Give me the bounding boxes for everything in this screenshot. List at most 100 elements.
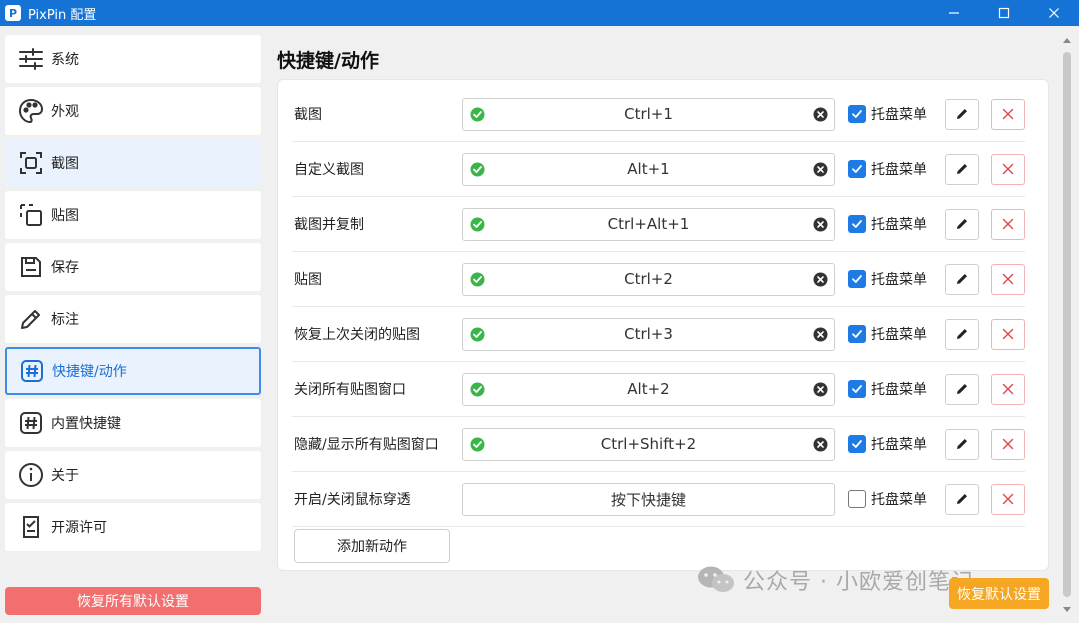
delete-action-button[interactable] xyxy=(991,208,1025,240)
restore-all-defaults-button[interactable]: 恢复所有默认设置 xyxy=(5,587,261,615)
check-circle-icon xyxy=(470,217,485,231)
action-label: 贴图 xyxy=(294,272,322,288)
hotkey-panel: 截图 Ctrl+1 托盘菜单 自定义截图 Alt+1 托盘菜单 截图并复制 Ctrl+Alt+… xyxy=(277,79,1049,571)
hotkey-field[interactable]: Ctrl+Shift+2 xyxy=(462,427,835,461)
window-title: PixPin 配置 xyxy=(28,7,97,23)
edit-action-button[interactable] xyxy=(945,428,979,460)
hotkey-value: 按下快捷键 xyxy=(610,490,686,509)
pencil-icon xyxy=(957,164,967,174)
checkbox-checked-icon[interactable] xyxy=(848,380,866,398)
sidebar-item-label: 标注 xyxy=(51,312,79,328)
sidebar-item-builtin-hotkeys[interactable]: 内置快捷键 xyxy=(5,399,261,447)
close-icon xyxy=(1049,8,1059,18)
sidebar: 系统 外观 截图 贴图 保存 标注 快捷键/动作 内置快捷键 关于 开源许可 xyxy=(5,35,261,555)
tray-menu-checkbox[interactable]: 托盘菜单 xyxy=(848,379,927,399)
delete-action-button[interactable] xyxy=(991,153,1025,185)
sidebar-item-label: 快捷键/动作 xyxy=(52,364,127,380)
window-controls xyxy=(929,0,1079,26)
hotkey-field[interactable]: Ctrl+Alt+1 xyxy=(462,207,835,241)
page-title: 快捷键/动作 xyxy=(277,50,379,72)
sidebar-item-system[interactable]: 系统 xyxy=(5,35,261,83)
checkbox-checked-icon[interactable] xyxy=(848,215,866,233)
sidebar-item-label: 关于 xyxy=(51,468,79,484)
check-circle-icon xyxy=(470,382,485,396)
clear-hotkey-icon[interactable] xyxy=(813,107,828,122)
edit-action-button[interactable] xyxy=(945,483,979,515)
edit-action-button[interactable] xyxy=(945,373,979,405)
restore-defaults-button[interactable]: 恢复默认设置 xyxy=(949,578,1049,609)
maximize-button[interactable] xyxy=(979,0,1029,26)
tray-menu-checkbox[interactable]: 托盘菜单 xyxy=(848,214,927,234)
pencil-icon xyxy=(957,274,967,284)
hotkey-value: Ctrl+1 xyxy=(624,105,673,123)
tray-menu-checkbox[interactable]: 托盘菜单 xyxy=(848,159,927,179)
sidebar-item-license[interactable]: 开源许可 xyxy=(5,503,261,551)
action-label: 开启/关闭鼠标穿透 xyxy=(294,492,411,508)
checkbox-checked-icon[interactable] xyxy=(848,325,866,343)
tray-menu-checkbox[interactable]: 托盘菜单 xyxy=(848,489,927,509)
edit-action-button[interactable] xyxy=(945,263,979,295)
checkbox-checked-icon[interactable] xyxy=(848,160,866,178)
action-label: 截图 xyxy=(294,107,322,123)
hotkey-row: 贴图 Ctrl+2 托盘菜单 xyxy=(292,252,1025,307)
tray-menu-checkbox[interactable]: 托盘菜单 xyxy=(848,269,927,289)
hotkey-field[interactable]: Alt+2 xyxy=(462,372,835,406)
sidebar-item-appearance[interactable]: 外观 xyxy=(5,87,261,135)
checkbox-checked-icon[interactable] xyxy=(848,270,866,288)
delete-action-button[interactable] xyxy=(991,428,1025,460)
sidebar-item-save[interactable]: 保存 xyxy=(5,243,261,291)
hotkey-row: 截图并复制 Ctrl+Alt+1 托盘菜单 xyxy=(292,197,1025,252)
delete-action-button[interactable] xyxy=(991,318,1025,350)
clear-hotkey-icon[interactable] xyxy=(813,327,828,342)
checkbox-checked-icon[interactable] xyxy=(848,105,866,123)
scroll-down-icon[interactable] xyxy=(1061,604,1073,616)
hotkey-value: Ctrl+2 xyxy=(624,270,673,288)
sidebar-item-hotkeys[interactable]: 快捷键/动作 xyxy=(5,347,261,395)
license-icon xyxy=(17,513,45,541)
checkbox-checked-icon[interactable] xyxy=(848,435,866,453)
edit-action-button[interactable] xyxy=(945,208,979,240)
scroll-thumb[interactable] xyxy=(1063,52,1071,597)
edit-action-button[interactable] xyxy=(945,153,979,185)
close-window-button[interactable] xyxy=(1029,0,1079,26)
hotkey-field[interactable]: 按下快捷键 xyxy=(462,482,835,516)
tray-menu-checkbox[interactable]: 托盘菜单 xyxy=(848,324,927,344)
tray-menu-label: 托盘菜单 xyxy=(871,162,927,178)
pencil-icon xyxy=(957,384,967,394)
checkbox-unchecked-icon[interactable] xyxy=(848,490,866,508)
sidebar-item-screenshot[interactable]: 截图 xyxy=(5,139,261,187)
sidebar-item-about[interactable]: 关于 xyxy=(5,451,261,499)
sidebar-item-annotation[interactable]: 标注 xyxy=(5,295,261,343)
delete-action-button[interactable] xyxy=(991,98,1025,130)
scrollbar[interactable] xyxy=(1061,32,1073,616)
hotkey-field[interactable]: Ctrl+2 xyxy=(462,262,835,296)
hotkey-field[interactable]: Ctrl+1 xyxy=(462,97,835,131)
minimize-icon xyxy=(949,12,959,14)
pin-image-icon xyxy=(17,201,45,229)
delete-x-icon xyxy=(1002,438,1014,450)
clear-hotkey-icon[interactable] xyxy=(813,382,828,397)
tray-menu-checkbox[interactable]: 托盘菜单 xyxy=(848,434,927,454)
hotkey-row: 开启/关闭鼠标穿透 按下快捷键 托盘菜单 xyxy=(292,472,1025,527)
clear-hotkey-icon[interactable] xyxy=(813,437,828,452)
tray-menu-checkbox[interactable]: 托盘菜单 xyxy=(848,104,927,124)
hotkey-field[interactable]: Alt+1 xyxy=(462,152,835,186)
sliders-icon xyxy=(17,45,45,73)
sidebar-item-pin[interactable]: 贴图 xyxy=(5,191,261,239)
edit-action-button[interactable] xyxy=(945,318,979,350)
delete-action-button[interactable] xyxy=(991,373,1025,405)
title-bar: P PixPin 配置 xyxy=(0,0,1079,26)
clear-hotkey-icon[interactable] xyxy=(813,162,828,177)
hotkey-field[interactable]: Ctrl+3 xyxy=(462,317,835,351)
minimize-button[interactable] xyxy=(929,0,979,26)
edit-action-button[interactable] xyxy=(945,98,979,130)
scroll-up-icon[interactable] xyxy=(1061,34,1073,46)
clear-hotkey-icon[interactable] xyxy=(813,272,828,287)
sidebar-item-label: 开源许可 xyxy=(51,520,107,536)
tray-menu-label: 托盘菜单 xyxy=(871,107,927,123)
delete-action-button[interactable] xyxy=(991,263,1025,295)
clear-hotkey-icon[interactable] xyxy=(813,217,828,232)
check-circle-icon xyxy=(470,437,485,451)
add-action-button[interactable]: 添加新动作 xyxy=(294,529,450,563)
delete-action-button[interactable] xyxy=(991,483,1025,515)
